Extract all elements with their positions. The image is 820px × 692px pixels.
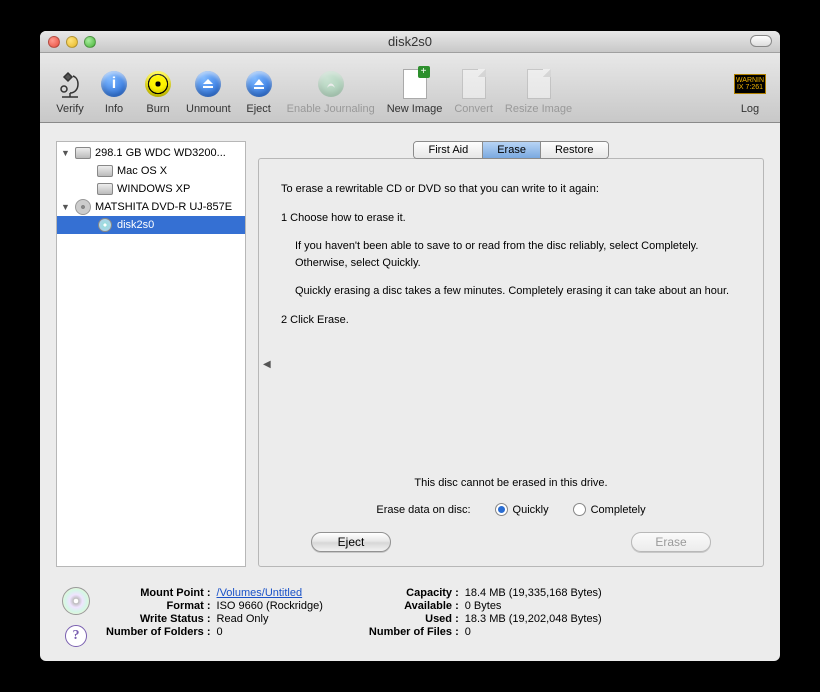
sidebar-item-hd[interactable]: ▼ 298.1 GB WDC WD3200... — [57, 144, 245, 162]
toolbar: Verify i Info Burn Unmount — [40, 53, 780, 123]
instructions-step2: 2 Click Erase. — [281, 312, 741, 329]
eject-button[interactable]: Eject — [237, 65, 281, 115]
titlebar[interactable]: disk2s0 — [40, 31, 780, 53]
footer: ? Mount Point :/Volumes/Untitled Format … — [40, 577, 780, 661]
radio-dot-icon — [495, 503, 508, 516]
close-button[interactable] — [48, 36, 60, 48]
main-panel: First Aid Erase Restore ◀ To erase a rew… — [258, 141, 764, 567]
disk-sidebar[interactable]: ▼ 298.1 GB WDC WD3200... Mac OS X WINDOW… — [56, 141, 246, 567]
convert-icon — [458, 65, 490, 103]
disc-icon — [62, 587, 90, 615]
info-left: Mount Point :/Volumes/Untitled Format :I… — [106, 587, 323, 638]
convert-button: Convert — [448, 65, 499, 115]
new-image-icon: + — [399, 65, 431, 103]
tab-erase[interactable]: Erase — [483, 142, 541, 158]
eject-icon — [243, 65, 275, 103]
info-button[interactable]: i Info — [92, 65, 136, 115]
sidebar-item-macosx[interactable]: Mac OS X — [57, 162, 245, 180]
verify-button[interactable]: Verify — [48, 65, 92, 115]
help-button[interactable]: ? — [65, 625, 87, 647]
new-image-button[interactable]: + New Image — [381, 65, 449, 115]
info-icon: i — [98, 65, 130, 103]
toolbar-toggle-pill[interactable] — [750, 35, 772, 47]
burn-button[interactable]: Burn — [136, 65, 180, 115]
enable-journaling-button: Enable Journaling — [281, 65, 381, 115]
expand-caret[interactable]: ◀ — [263, 359, 271, 370]
tab-restore[interactable]: Restore — [541, 142, 608, 158]
erase-panel: ◀ To erase a rewritable CD or DVD so tha… — [258, 158, 764, 567]
radio-dot-icon — [573, 503, 586, 516]
sidebar-label: WINDOWS XP — [117, 183, 190, 195]
instructions-step1b: Quickly erasing a disc takes a few minut… — [295, 283, 741, 300]
unmount-button[interactable]: Unmount — [180, 65, 237, 115]
resize-icon — [523, 65, 555, 103]
radio-quickly[interactable]: Quickly — [495, 503, 549, 516]
sidebar-label: disk2s0 — [117, 219, 154, 231]
eject-action-button[interactable]: Eject — [311, 532, 391, 552]
app-window: disk2s0 Verify i Info Burn Unmount — [40, 31, 780, 661]
erase-action-button: Erase — [631, 532, 711, 552]
sidebar-item-windows[interactable]: WINDOWS XP — [57, 180, 245, 198]
traffic-lights — [48, 36, 96, 48]
minimize-button[interactable] — [66, 36, 78, 48]
log-icon: WARNINIX 7:261 — [734, 65, 766, 103]
window-title: disk2s0 — [40, 34, 780, 49]
sidebar-label: 298.1 GB WDC WD3200... — [95, 147, 226, 159]
erase-warning: This disc cannot be erased in this drive… — [281, 477, 741, 489]
unmount-icon — [192, 65, 224, 103]
info-right: Capacity :18.4 MB (19,335,168 Bytes) Ava… — [369, 587, 602, 638]
sidebar-label: Mac OS X — [117, 165, 167, 177]
log-button[interactable]: WARNINIX 7:261 Log — [728, 65, 772, 115]
zoom-button[interactable] — [84, 36, 96, 48]
tab-first-aid[interactable]: First Aid — [414, 142, 483, 158]
microscope-icon — [54, 65, 86, 103]
sidebar-item-disk2s0[interactable]: disk2s0 — [57, 216, 245, 234]
radio-completely[interactable]: Completely — [573, 503, 646, 516]
content-area: ▼ 298.1 GB WDC WD3200... Mac OS X WINDOW… — [40, 123, 780, 577]
instructions-step1a: If you haven't been able to save to or r… — [295, 238, 741, 271]
sidebar-item-dvdrive[interactable]: ▼ MATSHITA DVD-R UJ-857E — [57, 198, 245, 216]
erase-label: Erase data on disc: — [376, 504, 470, 516]
tab-row: First Aid Erase Restore — [258, 141, 764, 159]
burn-icon — [142, 65, 174, 103]
mount-point-link[interactable]: /Volumes/Untitled — [217, 587, 303, 599]
sidebar-label: MATSHITA DVD-R UJ-857E — [95, 201, 232, 213]
instructions-step1: 1 Choose how to erase it. — [281, 210, 741, 227]
journal-icon — [315, 65, 347, 103]
instructions-intro: To erase a rewritable CD or DVD so that … — [281, 181, 741, 198]
resize-image-button: Resize Image — [499, 65, 578, 115]
erase-options: Erase data on disc: Quickly Completely — [281, 503, 741, 516]
